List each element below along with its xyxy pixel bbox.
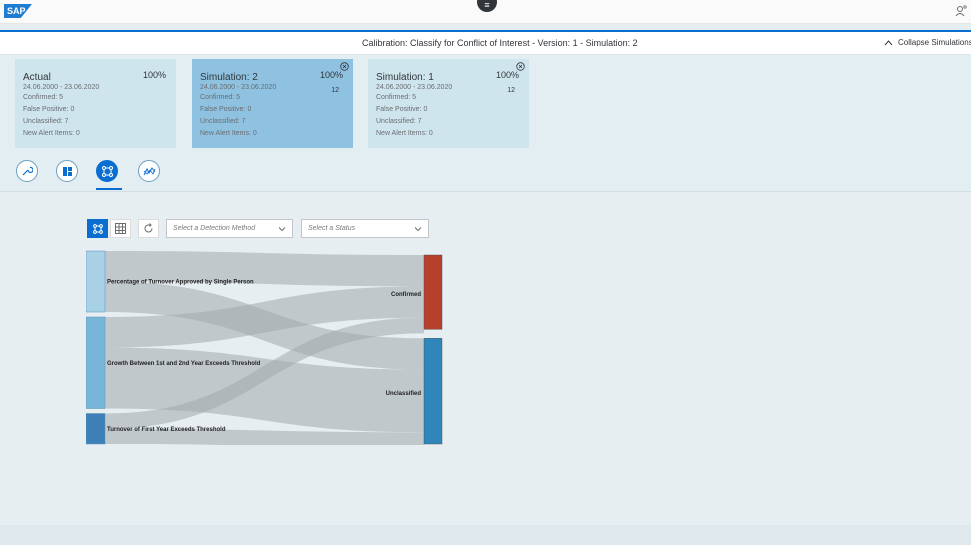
card-line: False Positive: 0 — [376, 106, 428, 113]
shell-bar: SAP ≡ — [0, 0, 971, 24]
tab-dashboard[interactable] — [56, 160, 78, 182]
footer-bar — [0, 525, 971, 545]
card-count: 12 — [507, 87, 515, 94]
card-line: New Alert Items: 0 — [200, 130, 257, 137]
status-placeholder: Select a Status — [308, 225, 356, 232]
card-line: Unclassified: 7 — [376, 118, 422, 125]
simulation-header: Actual 100% 24.06.2000 - 23.06.2020 Conf… — [0, 55, 971, 192]
chevron-down-icon — [278, 227, 286, 232]
sankey-target-label: Unclassified — [386, 391, 422, 397]
table-view-button[interactable] — [110, 219, 131, 238]
refresh-button[interactable] — [138, 219, 159, 238]
card-date-range: 24.06.2000 - 23.06.2020 — [376, 84, 453, 91]
card-line: Confirmed: 5 — [200, 94, 241, 101]
user-settings-icon[interactable] — [955, 5, 967, 17]
tab-trends[interactable] — [138, 160, 160, 182]
sankey-view-button[interactable] — [87, 219, 108, 238]
tab-selected-indicator — [96, 188, 122, 190]
sankey-source-node[interactable] — [86, 413, 106, 445]
sankey-source-node[interactable] — [86, 250, 106, 313]
title-bar: Calibration: Classify for Conflict of In… — [0, 32, 971, 55]
sankey-source-label: Turnover of First Year Exceeds Threshold — [107, 427, 226, 433]
card-line: New Alert Items: 0 — [376, 130, 433, 137]
dashboard-icon — [62, 166, 72, 176]
card-line: Unclassified: 7 — [23, 118, 69, 125]
card-line: False Positive: 0 — [23, 106, 75, 113]
sap-logo: SAP — [4, 4, 32, 18]
card-simulation-1[interactable]: Simulation: 1 100% 12 24.06.2000 - 23.06… — [368, 59, 529, 148]
card-percent: 100% — [142, 70, 166, 80]
card-percent: 100% — [495, 70, 519, 80]
card-date-range: 24.06.2000 - 23.06.2020 — [200, 84, 277, 91]
tab-sankey[interactable] — [96, 160, 118, 182]
card-simulation-2[interactable]: Simulation: 2 100% 12 24.06.2000 - 23.06… — [192, 59, 353, 148]
sankey-target-label: Confirmed — [391, 292, 421, 298]
sankey-source-label: Growth Between 1st and 2nd Year Exceeds … — [107, 361, 261, 367]
detection-method-select[interactable]: Select a Detection Method — [166, 219, 293, 238]
collapse-simulations-label: Collapse Simulations — [898, 38, 971, 47]
status-select[interactable]: Select a Status — [301, 219, 429, 238]
sankey-diagram: Percentage of Turnover Approved by Singl… — [86, 250, 443, 445]
card-line: Confirmed: 5 — [23, 94, 64, 101]
card-line: Confirmed: 5 — [376, 94, 417, 101]
refresh-icon — [144, 223, 153, 233]
trend-chart-icon — [143, 166, 155, 175]
table-icon — [115, 223, 126, 234]
card-line: New Alert Items: 0 — [23, 130, 80, 137]
collapse-simulations-button[interactable]: Collapse Simulations — [884, 38, 971, 47]
tab-settings[interactable] — [16, 160, 38, 182]
menu-icon[interactable]: ≡ — [477, 0, 497, 12]
detection-method-placeholder: Select a Detection Method — [173, 225, 256, 232]
page-title: Calibration: Classify for Conflict of In… — [362, 38, 638, 48]
sankey-network-icon — [92, 223, 103, 234]
card-count: 12 — [331, 87, 339, 94]
sankey-source-node[interactable] — [86, 316, 106, 409]
card-actual[interactable]: Actual 100% 24.06.2000 - 23.06.2020 Conf… — [15, 59, 176, 148]
sankey-network-icon — [101, 165, 113, 177]
card-date-range: 24.06.2000 - 23.06.2020 — [23, 84, 100, 91]
card-percent: 100% — [319, 70, 343, 80]
card-line: Unclassified: 7 — [200, 118, 246, 125]
chevron-up-icon — [884, 39, 893, 45]
card-line: False Positive: 0 — [200, 106, 252, 113]
sankey-target-node[interactable] — [423, 338, 443, 445]
sankey-target-node[interactable] — [423, 254, 443, 330]
wrench-icon — [22, 166, 33, 176]
chevron-down-icon — [414, 227, 422, 232]
sankey-source-label: Percentage of Turnover Approved by Singl… — [107, 280, 254, 286]
